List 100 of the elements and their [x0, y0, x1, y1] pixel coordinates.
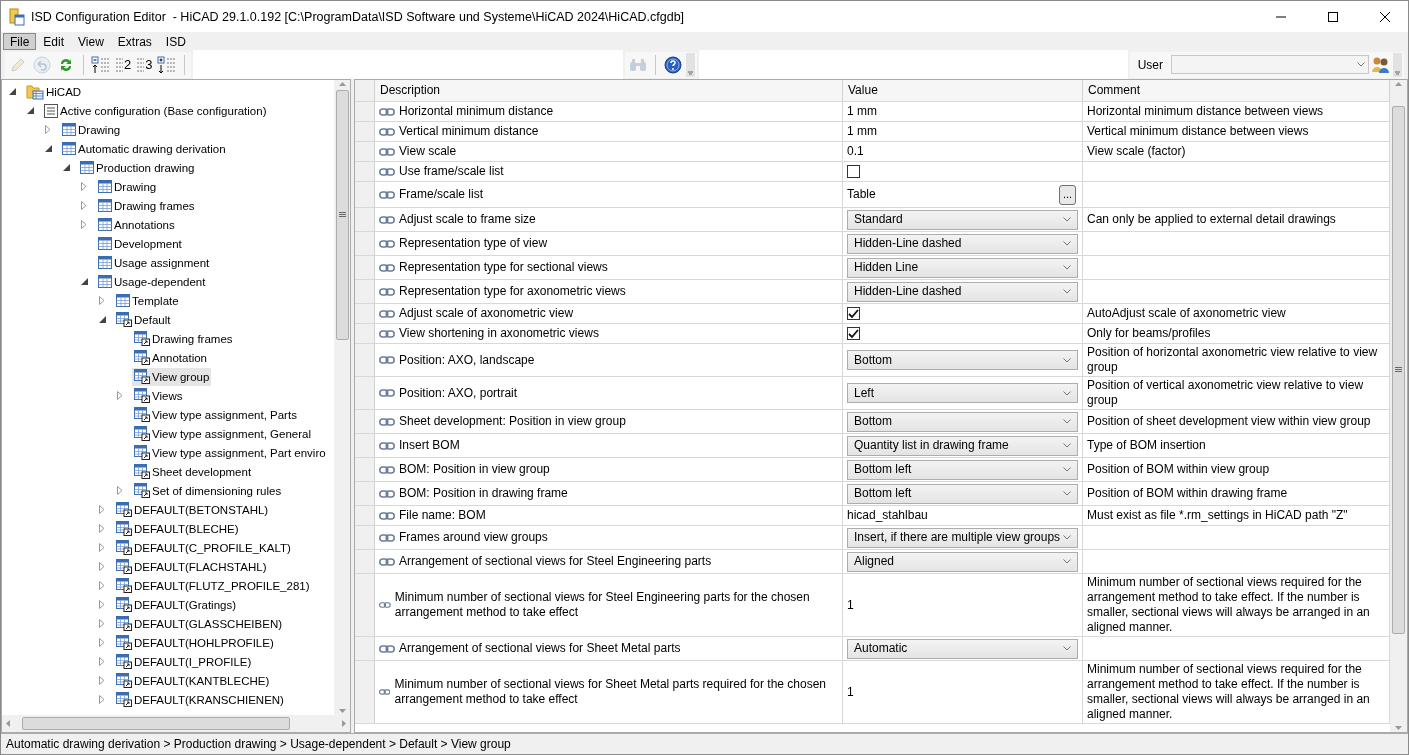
collapse-levels-icon[interactable] — [91, 55, 111, 74]
checkbox[interactable] — [847, 307, 860, 320]
tree-item[interactable]: Usage-dependent — [96, 272, 208, 291]
row-header[interactable] — [355, 637, 375, 660]
value-dropdown[interactable]: Standard — [847, 209, 1078, 230]
menu-item[interactable]: File — [3, 32, 37, 50]
scroll-thumb[interactable] — [335, 90, 349, 340]
collapsed-arrow-icon[interactable] — [99, 657, 105, 666]
row-header[interactable] — [355, 280, 375, 303]
row-header[interactable] — [355, 208, 375, 231]
checkbox[interactable] — [847, 165, 860, 178]
scroll-down-arrow-icon[interactable] — [1395, 726, 1402, 730]
collapsed-arrow-icon[interactable] — [117, 391, 123, 400]
tree-item[interactable]: Drawing — [96, 177, 159, 196]
row-header[interactable] — [355, 142, 375, 161]
tree-item[interactable]: Template — [114, 291, 181, 310]
scroll-up-arrow-icon[interactable] — [338, 82, 346, 86]
collapsed-arrow-icon[interactable] — [81, 201, 87, 210]
collapsed-arrow-icon[interactable] — [99, 296, 105, 305]
collapsed-arrow-icon[interactable] — [99, 676, 105, 685]
value-dropdown[interactable]: Aligned — [847, 551, 1078, 572]
collapsed-arrow-icon[interactable] — [99, 638, 105, 647]
tree-scrollbar[interactable] — [334, 80, 350, 715]
browse-button[interactable]: ... — [1059, 184, 1076, 205]
tree-item[interactable]: DEFAULT(KRANSCHIENEN) — [114, 690, 286, 709]
menu-item[interactable]: ISD — [158, 32, 193, 50]
refresh-icon[interactable] — [58, 56, 74, 73]
expanded-arrow-icon[interactable] — [44, 145, 52, 152]
collapsed-arrow-icon[interactable] — [45, 125, 51, 134]
tree-item[interactable]: DEFAULT(I_PROFILE) — [114, 652, 254, 671]
tree-item[interactable]: HiCAD — [24, 82, 84, 101]
row-header[interactable] — [355, 434, 375, 457]
close-icon[interactable] — [1380, 11, 1390, 22]
value-dropdown[interactable]: Bottom left — [847, 459, 1078, 480]
tree-item[interactable]: Usage assignment — [96, 253, 212, 272]
tree-item[interactable]: DEFAULT(GLASSCHEIBEN) — [114, 614, 285, 633]
tree-item[interactable]: Set of dimensioning rules — [132, 481, 284, 500]
value-dropdown[interactable]: Hidden Line — [847, 257, 1078, 278]
value-dropdown[interactable]: Bottom — [847, 350, 1078, 370]
collapsed-arrow-icon[interactable] — [99, 619, 105, 628]
scroll-right-arrow-icon[interactable] — [342, 720, 346, 727]
tree-item[interactable]: DEFAULT(Gratings) — [114, 595, 239, 614]
collapsed-arrow-icon[interactable] — [81, 182, 87, 191]
tree-item[interactable]: Development — [96, 234, 184, 253]
tree-item[interactable]: Production drawing — [78, 158, 197, 177]
tree-item[interactable]: Automatic drawing derivation — [60, 139, 228, 158]
tree-item[interactable]: View group — [132, 367, 212, 386]
help-icon[interactable] — [663, 55, 682, 74]
value-dropdown[interactable]: Bottom left — [847, 483, 1078, 504]
level-button[interactable]: 2 — [114, 53, 134, 76]
tree-item[interactable]: Sheet development — [132, 462, 254, 481]
collapsed-arrow-icon[interactable] — [99, 505, 105, 514]
row-header[interactable] — [355, 410, 375, 433]
tree-item[interactable]: DEFAULT(KANTBLECHE) — [114, 671, 272, 690]
maximize-icon[interactable] — [1328, 11, 1338, 22]
tree-item[interactable]: Active configuration (Base configuration) — [42, 101, 269, 120]
value-dropdown[interactable]: Bottom — [847, 411, 1078, 432]
scroll-thumb[interactable] — [22, 717, 290, 730]
tree-item[interactable]: DEFAULT(FLUTZ_PROFILE_281) — [114, 576, 312, 595]
row-header[interactable] — [355, 304, 375, 323]
tree-item[interactable]: DEFAULT(BETONSTAHL) — [114, 500, 271, 519]
tree-item[interactable]: DEFAULT(FLACHSTAHL) — [114, 557, 269, 576]
value-dropdown[interactable]: Quantity list in drawing frame — [847, 435, 1078, 456]
tree-item[interactable]: Drawing frames — [96, 196, 197, 215]
tree-item[interactable]: Drawing — [60, 120, 123, 139]
tree-item[interactable]: Default — [114, 310, 173, 329]
row-header[interactable] — [355, 506, 375, 525]
expanded-arrow-icon[interactable] — [8, 88, 16, 95]
scroll-up-arrow-icon[interactable] — [1395, 82, 1402, 86]
level-button[interactable]: 3 — [135, 53, 155, 76]
collapsed-arrow-icon[interactable] — [117, 486, 123, 495]
tree-item[interactable]: Annotation — [132, 348, 209, 367]
minimize-icon[interactable] — [1276, 15, 1286, 18]
row-header[interactable] — [355, 344, 375, 376]
scroll-down-arrow-icon[interactable] — [338, 709, 346, 713]
users-icon[interactable] — [1371, 55, 1391, 74]
tree-item[interactable]: Annotations — [96, 215, 177, 234]
collapsed-arrow-icon[interactable] — [99, 600, 105, 609]
tree-item[interactable]: Views — [132, 386, 185, 405]
expanded-arrow-icon[interactable] — [62, 164, 70, 171]
value-dropdown[interactable]: Insert, if there are multiple view groups — [847, 527, 1078, 548]
tree-item[interactable]: DEFAULT(BLECHE) — [114, 519, 241, 538]
row-header[interactable] — [355, 377, 375, 409]
row-header[interactable] — [355, 256, 375, 279]
scroll-left-arrow-icon[interactable] — [6, 720, 10, 727]
collapsed-arrow-icon[interactable] — [99, 695, 105, 704]
expanded-arrow-icon[interactable] — [80, 278, 88, 285]
menu-item[interactable]: Extras — [110, 32, 159, 50]
tree-item[interactable]: Drawing frames — [132, 329, 235, 348]
column-header[interactable]: Description — [375, 80, 843, 101]
expand-levels-icon[interactable] — [157, 55, 178, 74]
column-header[interactable]: Value — [843, 80, 1083, 101]
expanded-arrow-icon[interactable] — [98, 316, 106, 323]
row-header[interactable] — [355, 482, 375, 505]
collapsed-arrow-icon[interactable] — [99, 581, 105, 590]
row-header[interactable] — [355, 458, 375, 481]
row-header[interactable] — [355, 102, 375, 121]
row-header[interactable] — [355, 526, 375, 549]
row-header[interactable] — [355, 324, 375, 343]
tree-horizontal-scrollbar[interactable] — [2, 715, 350, 732]
